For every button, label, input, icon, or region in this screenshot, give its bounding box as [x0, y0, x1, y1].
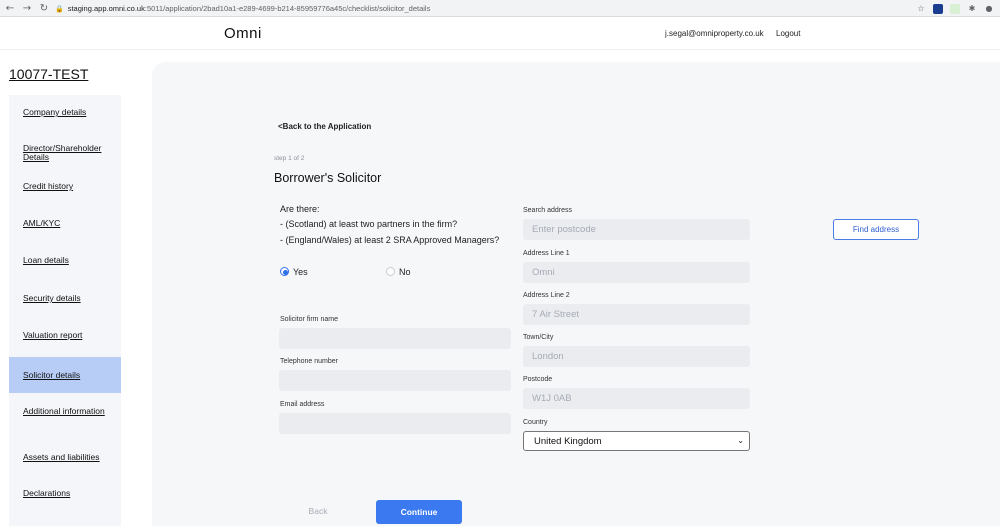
profile-icon[interactable]: ●: [984, 4, 994, 14]
solicitor-firm-input[interactable]: [279, 328, 511, 349]
radio-yes-label[interactable]: Yes: [293, 267, 308, 277]
sidebar-item-loan-details[interactable]: Loan details: [9, 240, 121, 277]
postcode-label: Postcode: [523, 376, 553, 383]
country-label: Country: [523, 419, 548, 426]
telephone-input[interactable]: [279, 370, 511, 391]
radio-yes[interactable]: [280, 267, 289, 276]
page-title: Borrower's Solicitor: [274, 171, 382, 185]
reload-icon[interactable]: ↻: [37, 3, 51, 14]
question-line: - (Scotland) at least two partners in th…: [280, 219, 458, 229]
sidebar-item-aml-kyc[interactable]: AML/KYC: [9, 204, 121, 240]
address-line1-input[interactable]: Omni: [523, 262, 750, 283]
logo[interactable]: Omni: [224, 25, 262, 42]
star-icon[interactable]: ☆: [916, 4, 926, 14]
town-label: Town/City: [523, 334, 554, 341]
extension-icon[interactable]: [933, 3, 943, 14]
sidebar-item-additional-information[interactable]: Additional information: [9, 393, 121, 438]
question-line: - (England/Wales) at least 2 SRA Approve…: [280, 235, 500, 245]
sidebar-item-credit-history[interactable]: Credit history: [9, 168, 121, 204]
url-path: :5011/application/2bad10a1-e289-4699-b21…: [144, 4, 431, 13]
forward-arrow-icon[interactable]: →: [20, 3, 34, 14]
extension-tray: ☆ ✱ ●: [916, 1, 994, 16]
application-id[interactable]: 10077-TEST: [9, 66, 88, 82]
sidebar-item-valuation-report[interactable]: Valuation report: [9, 314, 121, 357]
solicitor-firm-label: Solicitor firm name: [280, 316, 338, 323]
sidebar-item-security-details[interactable]: Security details: [9, 277, 121, 314]
step-indicator: step 1 of 2: [274, 155, 305, 162]
address-line2-input[interactable]: 7 Air Street: [523, 304, 750, 325]
email-input[interactable]: [279, 413, 511, 434]
find-address-button[interactable]: Find address: [833, 219, 919, 240]
town-input[interactable]: London: [523, 346, 750, 367]
app-header: Omni j.segal@omniproperty.co.uk Logout: [0, 17, 1000, 50]
back-to-application-link[interactable]: <Back to the Application: [278, 122, 371, 131]
sidebar-item-solicitor-details[interactable]: Solicitor details: [9, 357, 121, 393]
country-select[interactable]: United Kingdom ⌄: [523, 431, 750, 451]
radio-no[interactable]: [386, 267, 395, 276]
search-address-label: Search address: [523, 207, 573, 214]
postcode-input[interactable]: W1J 0AB: [523, 388, 750, 409]
radio-no-label[interactable]: No: [399, 267, 411, 277]
sidebar-item-assets-liabilities[interactable]: Assets and liabilities: [9, 438, 121, 475]
search-address-input[interactable]: Enter postcode: [523, 219, 750, 240]
sidebar: Company details Director/Shareholder Det…: [9, 95, 121, 526]
email-label: Email address: [280, 401, 325, 408]
telephone-label: Telephone number: [280, 358, 338, 365]
address-bar[interactable]: 🔒 staging.app.omni.co.uk:5011/applicatio…: [55, 1, 915, 16]
puzzle-icon[interactable]: ✱: [967, 4, 977, 14]
sidebar-item-company-details[interactable]: Company details: [9, 95, 121, 131]
address-line2-label: Address Line 2: [523, 292, 570, 299]
user-email: j.segal@omniproperty.co.uk: [665, 29, 764, 38]
back-arrow-icon[interactable]: ←: [3, 3, 17, 14]
continue-button[interactable]: Continue: [376, 500, 462, 524]
address-line1-label: Address Line 1: [523, 250, 570, 257]
url-host: staging.app.omni.co.uk: [67, 4, 145, 13]
main-content: [152, 62, 1000, 526]
logout-link[interactable]: Logout: [776, 29, 800, 38]
extension-icon[interactable]: [950, 3, 960, 14]
country-value: United Kingdom: [534, 435, 602, 447]
back-button[interactable]: Back: [300, 506, 336, 520]
lock-icon: 🔒: [55, 5, 64, 13]
question-line: Are there:: [280, 204, 320, 214]
browser-toolbar: ← → ↻ 🔒 staging.app.omni.co.uk:5011/appl…: [0, 0, 1000, 17]
sidebar-item-director-shareholder[interactable]: Director/Shareholder Details: [9, 131, 121, 168]
chevron-down-icon: ⌄: [737, 436, 744, 445]
sidebar-item-declarations[interactable]: Declarations: [9, 475, 121, 511]
